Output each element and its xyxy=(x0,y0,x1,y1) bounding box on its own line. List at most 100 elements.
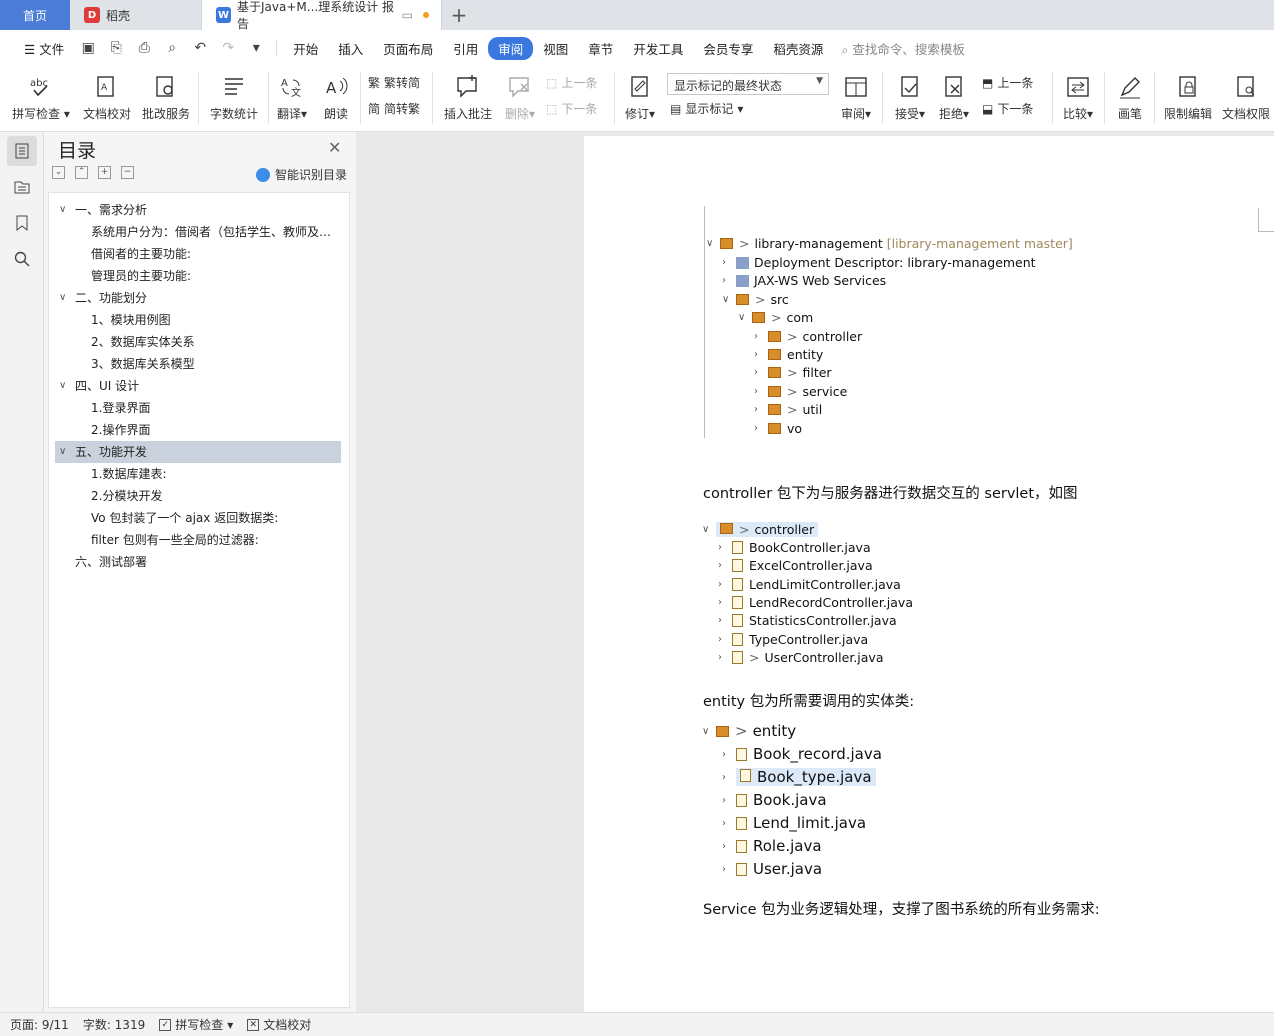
toc-panel-button[interactable] xyxy=(7,136,37,166)
trad-to-simp-button[interactable]: 繁繁转简 xyxy=(368,74,420,91)
status-doc-proof[interactable]: ✕ 文档校对 xyxy=(247,1016,311,1033)
delete-comment-button[interactable]: 删除▾ xyxy=(500,72,540,122)
find-panel-button[interactable] xyxy=(7,244,37,274)
tab-home[interactable]: 首页 xyxy=(0,0,70,30)
doc-paragraph[interactable]: controller 包下为与服务器进行数据交互的 servlet，如图 xyxy=(703,482,1078,503)
status-spell-check[interactable]: ✓ 拼写检查 ▾ xyxy=(159,1016,233,1033)
accept-button[interactable]: 接受▾ xyxy=(890,72,930,122)
collapse-down-icon[interactable]: ⌄ xyxy=(52,166,65,179)
command-search[interactable]: ⌕ 查找命令、搜索模板 xyxy=(841,39,965,58)
toc-item[interactable]: 1.数据库建表: xyxy=(49,463,349,485)
toc-item[interactable]: 系统用户分为：借阅者（包括学生、教师及… xyxy=(49,221,349,243)
chevron-down-icon[interactable]: ∨ xyxy=(59,287,66,309)
doc-permission-button[interactable]: 文档权限 xyxy=(1218,72,1274,122)
quick-menu-chevron-icon[interactable]: ▾ xyxy=(242,40,270,56)
track-changes-button[interactable]: 修订▾ xyxy=(620,72,660,122)
tab-docer[interactable]: D 稻壳 xyxy=(70,0,202,30)
insert-comment-button[interactable]: 插入批注 xyxy=(440,72,496,122)
menu-item-docer-res[interactable]: 稻壳资源 xyxy=(763,39,833,58)
chevron-down-icon[interactable]: ∨ xyxy=(59,375,66,397)
toc-item[interactable]: 管理员的主要功能: xyxy=(49,265,349,287)
revise-service-button[interactable]: 批改服务 xyxy=(138,72,194,122)
simp-to-trad-button[interactable]: 简简转繁 xyxy=(368,100,420,117)
document-workspace[interactable]: ∨ > library-management [library-management … xyxy=(356,132,1274,1016)
next-comment-button[interactable]: ⬚ 下一条 xyxy=(546,100,597,117)
spell-check-button[interactable]: abc 拼写检查 ▾ xyxy=(10,72,72,122)
smart-toc-button[interactable]: 智能识别目录 xyxy=(256,166,347,183)
page-indicator[interactable]: 页面: 9/11 xyxy=(10,1016,69,1033)
document-page[interactable]: ∨ > library-management [library-management … xyxy=(584,136,1274,1016)
menu-item-devtools[interactable]: 开发工具 xyxy=(623,39,693,58)
ribbon-divider xyxy=(614,72,615,124)
bookmark-panel-button[interactable] xyxy=(7,208,37,238)
toc-item[interactable]: ∨ 二、功能划分 xyxy=(49,287,349,309)
package-icon xyxy=(752,312,765,323)
toc-item[interactable]: 六、测试部署 xyxy=(49,551,349,573)
toc-item[interactable]: filter 包则有一些全局的过滤器: xyxy=(49,529,349,551)
collapse-up-icon[interactable]: ⌃ xyxy=(75,166,88,179)
pen-button[interactable]: 画笔 xyxy=(1110,72,1150,122)
menu-item-chapter[interactable]: 章节 xyxy=(578,39,623,58)
new-tab-button[interactable]: + xyxy=(442,0,476,30)
toc-item[interactable]: 借阅者的主要功能: xyxy=(49,243,349,265)
toc-item[interactable]: 2.分模块开发 xyxy=(49,485,349,507)
expand-icon[interactable]: + xyxy=(98,166,111,179)
redo-icon[interactable]: ↷ xyxy=(214,40,242,56)
menu-file[interactable]: ☰ 文件 xyxy=(14,39,74,58)
review-pane-button[interactable]: 审阅▾ xyxy=(836,72,876,122)
tree-node: › > service xyxy=(754,384,848,399)
monitor-icon[interactable]: ▭ xyxy=(402,8,413,22)
menu-item-layout[interactable]: 页面布局 xyxy=(373,39,443,58)
toc-item[interactable]: 3、数据库关系模型 xyxy=(49,353,349,375)
prev-change-button[interactable]: ⬒ 上一条 xyxy=(982,74,1033,91)
display-mode-select[interactable]: 显示标记的最终状态 ▼ xyxy=(667,73,829,95)
toc-panel: 目录 ✕ ⌄ ⌃ + − 智能识别目录 ∨ 一、需求分析 系统用户分为：借阅者（包… xyxy=(44,132,356,1012)
toc-item-selected[interactable]: ∨ 五、功能开发 xyxy=(55,441,341,463)
tree-node-label: Book.java xyxy=(753,791,827,809)
show-markup-button[interactable]: ▤ 显示标记 ▾ xyxy=(670,100,743,117)
menu-item-insert[interactable]: 插入 xyxy=(328,39,373,58)
close-icon[interactable]: ✕ xyxy=(328,138,341,157)
toc-item[interactable]: ∨ 四、UI 设计 xyxy=(49,375,349,397)
doc-proof-label: 文档校对 xyxy=(82,107,131,121)
menu-item-review[interactable]: 审阅 xyxy=(488,36,534,60)
reject-button[interactable]: 拒绝▾ xyxy=(934,72,974,122)
chevron-down-icon[interactable]: ∨ xyxy=(59,441,66,463)
tree-node: › LendLimitController.java xyxy=(718,577,901,592)
prev-comment-button[interactable]: ⬚ 上一条 xyxy=(546,74,597,91)
menu-item-reference[interactable]: 引用 xyxy=(443,39,488,58)
chevron-down-icon: ∨ xyxy=(738,312,746,323)
toc-item[interactable]: ∨ 一、需求分析 xyxy=(49,199,349,221)
next-change-button[interactable]: ⬓ 下一条 xyxy=(982,100,1033,117)
delete-comment-label: 删除 xyxy=(504,107,529,121)
compare-button[interactable]: 比较▾ xyxy=(1058,72,1098,122)
tab-document[interactable]: W 基于Java+M...理系统设计 报告 ▭ xyxy=(202,0,442,31)
toc-toolbar: ⌄ ⌃ + − xyxy=(52,166,134,179)
menu-item-member[interactable]: 会员专享 xyxy=(693,39,763,58)
toc-item[interactable]: 2、数据库实体关系 xyxy=(49,331,349,353)
word-count-indicator[interactable]: 字数: 1319 xyxy=(83,1016,145,1033)
restrict-edit-button[interactable]: 限制编辑 xyxy=(1160,72,1216,122)
print-icon[interactable]: ⎙ xyxy=(130,40,158,56)
menu-item-view[interactable]: 视图 xyxy=(533,39,578,58)
doc-paragraph[interactable]: Service 包为业务逻辑处理，支撑了图书系统的所有业务需求: xyxy=(703,898,1100,919)
chapter-panel-button[interactable] xyxy=(7,172,37,202)
save-icon[interactable]: ▣ xyxy=(74,40,102,56)
preview-icon[interactable]: ⌕ xyxy=(158,40,186,56)
toc-item[interactable]: Vo 包封装了一个 ajax 返回数据类: xyxy=(49,507,349,529)
export-icon[interactable]: ⎘ xyxy=(102,40,130,56)
chevron-down-icon[interactable]: ∨ xyxy=(59,199,66,221)
menu-item-start[interactable]: 开始 xyxy=(283,39,328,58)
read-aloud-button[interactable]: A 朗读 xyxy=(318,72,354,122)
word-count-button[interactable]: 字数统计 xyxy=(206,72,262,122)
search-icon xyxy=(14,251,30,267)
collapse-icon[interactable]: − xyxy=(121,166,134,179)
toc-item[interactable]: 2.操作界面 xyxy=(49,419,349,441)
package-icon xyxy=(768,349,781,360)
doc-paragraph[interactable]: entity 包为所需要调用的实体类: xyxy=(703,690,914,711)
toc-item[interactable]: 1.登录界面 xyxy=(49,397,349,419)
toc-item[interactable]: 1、模块用例图 xyxy=(49,309,349,331)
translate-button[interactable]: A文 翻译▾ xyxy=(274,72,310,122)
undo-icon[interactable]: ↶ xyxy=(186,40,214,56)
doc-proof-button[interactable]: A 文档校对 xyxy=(78,72,136,122)
